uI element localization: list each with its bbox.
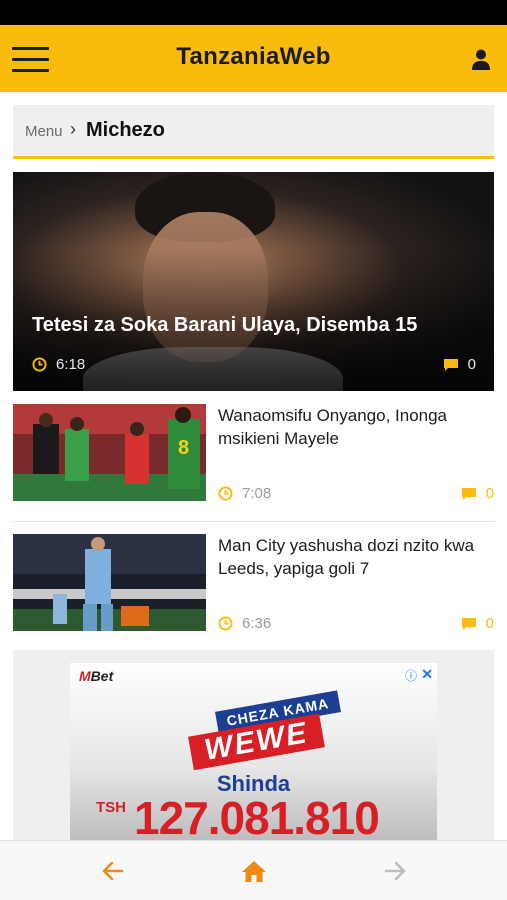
list-item[interactable]: Man City yashusha dozi nzito kwa Leeds, …	[13, 534, 494, 632]
home-icon[interactable]	[241, 859, 267, 883]
article-thumbnail	[13, 534, 206, 631]
breadcrumb-menu-link[interactable]: Menu	[25, 123, 63, 140]
ad-amount: 127.081.810	[134, 792, 380, 840]
user-icon[interactable]	[470, 48, 492, 72]
comment-icon	[461, 617, 476, 630]
close-icon[interactable]: ✕	[421, 666, 433, 683]
article-title[interactable]: Man City yashusha dozi nzito kwa Leeds, …	[218, 534, 498, 580]
list-item[interactable]: 8 Wanaomsifu Onyango, Inonga msikieni Ma…	[13, 404, 494, 502]
article-comments[interactable]: 0	[461, 485, 494, 502]
article-time: 7:08	[218, 485, 271, 502]
featured-title[interactable]: Tetesi za Soka Barani Ulaya, Disemba 15	[32, 314, 482, 337]
clock-icon	[218, 486, 233, 501]
article-thumbnail: 8	[13, 404, 206, 501]
bottom-nav	[0, 840, 507, 900]
clock-icon	[32, 357, 47, 372]
breadcrumb: Menu › Michezo	[13, 105, 494, 156]
breadcrumb-separator: ›	[70, 119, 76, 139]
article-comments[interactable]: 0	[461, 615, 494, 632]
comment-icon	[443, 358, 458, 371]
featured-time: 6:18	[32, 356, 85, 373]
breadcrumb-current: Michezo	[86, 119, 165, 141]
ad-container: MBet ⓘ ✕ CHEZA KAMA WEWE Shinda TSH 127.…	[13, 650, 494, 840]
article-title[interactable]: Wanaomsifu Onyango, Inonga msikieni Maye…	[218, 404, 498, 450]
forward-arrow-icon[interactable]	[382, 859, 408, 883]
app-bar: TanzaniaWeb	[0, 25, 507, 92]
featured-comments-count: 0	[467, 356, 476, 373]
article-time: 6:36	[218, 615, 271, 632]
ad-logo: MBet	[79, 668, 114, 684]
ad-currency: TSH	[96, 799, 126, 816]
article-comments-count: 0	[485, 485, 494, 502]
list-divider	[13, 521, 494, 522]
ad-banner[interactable]: MBet ⓘ ✕ CHEZA KAMA WEWE Shinda TSH 127.…	[70, 663, 437, 840]
comment-icon	[461, 487, 476, 500]
article-comments-count: 0	[485, 615, 494, 632]
featured-article[interactable]: Tetesi za Soka Barani Ulaya, Disemba 15 …	[13, 172, 494, 391]
featured-comments[interactable]: 0	[443, 356, 476, 373]
ad-choices-icon[interactable]: ⓘ	[405, 667, 417, 684]
status-bar	[0, 0, 507, 25]
article-time-text: 7:08	[242, 485, 272, 502]
back-arrow-icon[interactable]	[100, 859, 126, 883]
svg-text:8: 8	[178, 437, 189, 459]
app-title: TanzaniaWeb	[176, 43, 331, 70]
breadcrumb-underline	[13, 156, 494, 159]
featured-time-text: 6:18	[56, 356, 86, 373]
clock-icon	[218, 616, 233, 631]
article-time-text: 6:36	[242, 615, 272, 632]
